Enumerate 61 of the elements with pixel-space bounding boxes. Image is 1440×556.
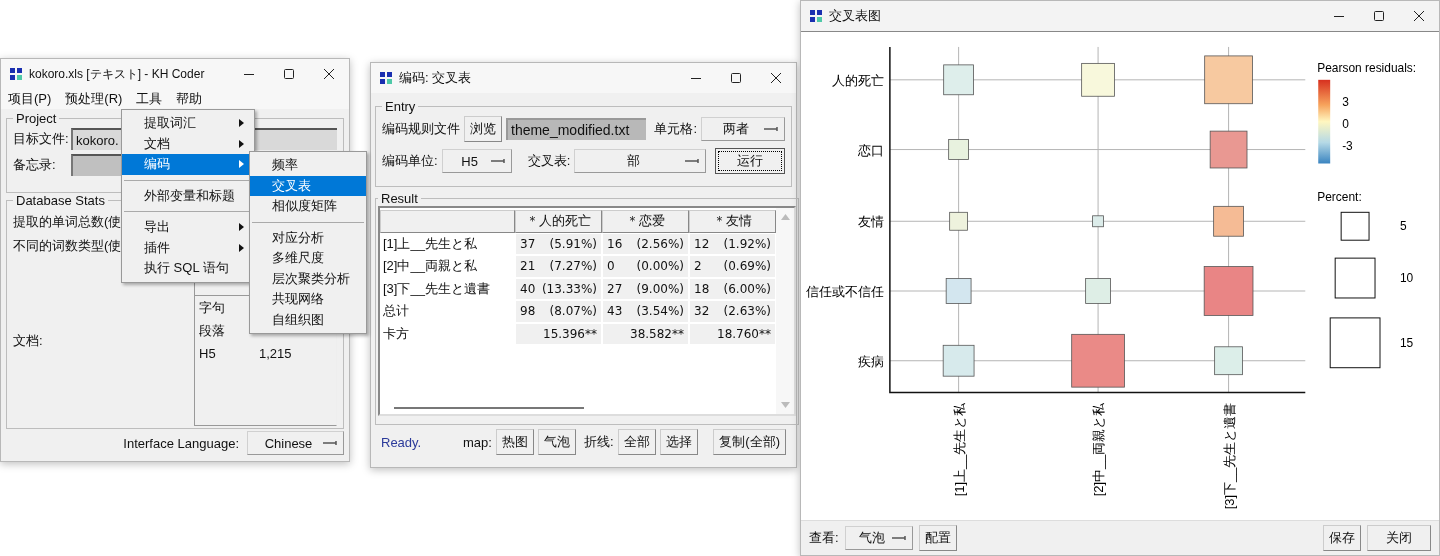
- legend-title: Percent:: [1317, 190, 1362, 205]
- group-title: Database Stats: [15, 193, 106, 208]
- legend-label: 0: [1342, 116, 1349, 131]
- table-cell: 32 (2.63%): [689, 300, 776, 323]
- table-cell: 18.760**: [689, 322, 776, 345]
- axis-label: 疾病: [857, 353, 884, 369]
- window-title: 交叉表图: [829, 7, 881, 25]
- field-label: 备忘录:: [13, 156, 57, 174]
- group-title: Project: [15, 111, 58, 126]
- legend-label: -3: [1342, 138, 1353, 153]
- field-label: Interface Language:: [123, 435, 239, 451]
- stat-label: 文档:: [13, 333, 43, 348]
- row-label: 总计: [382, 302, 410, 321]
- table-cell: 38.582**: [602, 322, 689, 345]
- list-cell-text: H5: [199, 346, 217, 361]
- table-cell: 0 (0.00%): [602, 255, 689, 278]
- list-cell-text: 字句: [199, 298, 226, 317]
- stat-label: 提取的单词总数(使: [13, 213, 122, 231]
- legend-label: 10: [1399, 271, 1414, 286]
- table-cell: 27 (9.00%): [602, 277, 689, 300]
- field-label: 编码规则文件: [382, 120, 460, 138]
- list-cell-text: 段落: [199, 321, 226, 340]
- stat-label: 不同的词数类型(使: [13, 237, 122, 255]
- table-cell: 16 (2.56%): [602, 232, 689, 255]
- field-label: 目标文件:: [13, 130, 67, 148]
- axis-label: 信任或不信任: [805, 284, 884, 299]
- row-label: 卡方: [382, 324, 410, 343]
- field-label: 交叉表:: [527, 152, 571, 170]
- axis-label: 人的死亡: [831, 72, 884, 88]
- field-label: 查看:: [809, 529, 839, 548]
- axis-label: 友情: [857, 214, 884, 230]
- group-title: Entry: [384, 99, 417, 114]
- field-label: 折线:: [583, 433, 614, 451]
- row-label: [3]下__先生と遺書: [382, 279, 491, 298]
- field-label: map:: [463, 434, 492, 450]
- row-label: [1]上__先生と私: [382, 234, 478, 253]
- window-title: kokoro.xls [テキスト] - KH Coder: [29, 65, 205, 83]
- table-cell: 43 (3.54%): [602, 300, 689, 323]
- legend-label: 15: [1399, 335, 1414, 350]
- legend-label: 5: [1399, 219, 1407, 234]
- table-cell: 98 (8.07%): [515, 300, 602, 323]
- axis-label: [3]下__先生と遺書: [1221, 402, 1237, 510]
- window-title: 编码: 交叉表: [399, 69, 472, 87]
- table-cell: 2 (0.69%): [689, 255, 776, 278]
- table-cell: 40 (13.33%): [515, 277, 602, 300]
- group-title: Result: [380, 191, 419, 206]
- axis-label: 恋口: [857, 142, 884, 158]
- field-label: 单元格:: [654, 120, 697, 138]
- field-label: 编码单位:: [382, 152, 438, 170]
- table-cell: 37 (5.91%): [515, 232, 602, 255]
- axis-label: [1]上__先生と私: [951, 402, 967, 497]
- table-cell: 21 (7.27%): [515, 255, 602, 278]
- list-cell: 1,215: [259, 346, 292, 361]
- legend-label: 3: [1342, 94, 1349, 109]
- table-cell: 12 (1.92%): [689, 232, 776, 255]
- status-text: Ready.: [381, 434, 423, 450]
- table-cell: 15.396**: [515, 322, 602, 345]
- axis-label: [2]中__両親と私: [1091, 402, 1107, 497]
- table-cell: 18 (6.00%): [689, 277, 776, 300]
- legend-title: Pearson residuals:: [1317, 60, 1417, 75]
- row-label: [2]中__両親と私: [382, 257, 478, 276]
